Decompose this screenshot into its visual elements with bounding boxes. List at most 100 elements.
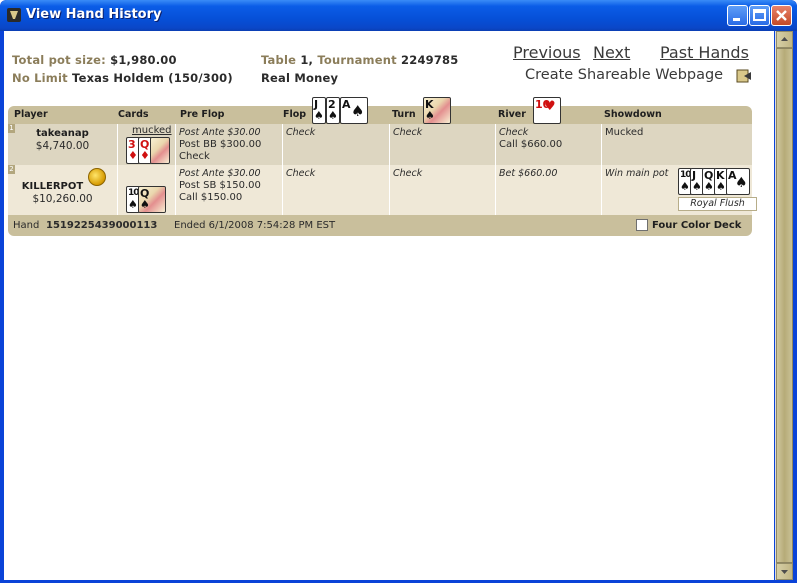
tournament-value: 2249785 bbox=[401, 53, 459, 67]
hole-card bbox=[150, 137, 170, 164]
player-cell: takeanap $4,740.00 bbox=[8, 124, 118, 165]
card-suit: ♠ bbox=[328, 109, 338, 122]
table-value: 1, bbox=[300, 53, 314, 67]
action-text: Win main pot bbox=[605, 168, 669, 179]
player-row: 2 KILLERPOT $10,260.00 10 ♠ Q ♠ Post Ant… bbox=[8, 165, 757, 215]
scroll-up-button[interactable] bbox=[776, 31, 793, 48]
board-card: 10 ♥ bbox=[533, 97, 561, 124]
player-row: 1 takeanap $4,740.00 mucked 3 ♦ Q ♦ Post… bbox=[8, 124, 752, 165]
action-text: Post Ante $30.00 bbox=[179, 127, 261, 138]
table-footer: Hand 1519225439000113 Ended 6/1/2008 7:5… bbox=[8, 215, 752, 236]
best-hand-card: A ♠ bbox=[726, 168, 750, 195]
action-text: Post Ante $30.00 bbox=[179, 168, 261, 179]
game-prefix: No Limit bbox=[12, 71, 68, 85]
river-cell: Check Call $660.00 bbox=[496, 124, 602, 165]
player-cell: KILLERPOT $10,260.00 bbox=[8, 165, 118, 215]
four-color-deck-label[interactable]: Four Color Deck bbox=[652, 220, 741, 231]
window-title: View Hand History bbox=[26, 7, 162, 22]
card-suit: ♠ bbox=[692, 180, 702, 193]
money-type: Real Money bbox=[261, 71, 338, 85]
app-icon bbox=[7, 8, 21, 22]
card-suit: ♠ bbox=[680, 180, 690, 193]
past-hands-link[interactable]: Past Hands bbox=[660, 43, 749, 62]
board-card: K ♠ bbox=[423, 97, 451, 124]
player-name: takeanap bbox=[36, 128, 89, 139]
turn-cell: Check bbox=[390, 165, 496, 215]
col-river: River bbox=[498, 109, 526, 120]
next-link[interactable]: Next bbox=[593, 43, 630, 62]
scroll-down-button[interactable] bbox=[776, 563, 793, 580]
card-suit: ♠ bbox=[351, 102, 365, 120]
action-text: Check bbox=[393, 127, 423, 138]
col-player: Player bbox=[14, 109, 48, 120]
table-info: Table 1, Tournament 2249785 bbox=[261, 53, 458, 67]
turn-cell: Check bbox=[390, 124, 496, 165]
card-suit: ♥ bbox=[544, 99, 556, 114]
vertical-scrollbar[interactable] bbox=[775, 31, 793, 580]
total-pot-label: Total pot size: bbox=[12, 53, 106, 67]
table-header: Player Cards Pre Flop Flop Turn River Sh… bbox=[8, 106, 752, 124]
board-card: 2 ♠ bbox=[326, 97, 340, 124]
mucked-label: mucked bbox=[132, 125, 172, 136]
col-cards: Cards bbox=[118, 109, 149, 120]
maximize-icon bbox=[753, 9, 766, 21]
card-suit: ♠ bbox=[425, 109, 435, 122]
title-bar[interactable]: View Hand History bbox=[0, 0, 797, 31]
arrow-up-icon bbox=[781, 37, 788, 41]
minimize-button[interactable] bbox=[727, 5, 748, 26]
game-stakes: (150/300) bbox=[168, 71, 233, 85]
col-turn: Turn bbox=[392, 109, 416, 120]
action-text: Check bbox=[179, 151, 210, 162]
minimize-icon bbox=[733, 18, 740, 21]
showdown-cell: Mucked bbox=[602, 124, 752, 165]
col-showdown: Showdown bbox=[604, 109, 662, 120]
hand-id: 1519225439000113 bbox=[46, 220, 158, 231]
showdown-cell: Win main pot 10 ♠ J ♠ Q ♠ K ♠ A ♠ Royal … bbox=[602, 165, 757, 215]
table-label: Table bbox=[261, 53, 297, 67]
card-suit: ♠ bbox=[704, 180, 714, 193]
ended-time: Ended 6/1/2008 7:54:28 PM EST bbox=[174, 220, 336, 231]
create-shareable-webpage-link[interactable]: Create Shareable Webpage bbox=[525, 67, 723, 83]
arrow-down-icon bbox=[781, 570, 788, 574]
best-hand-name: Royal Flush bbox=[678, 197, 757, 211]
board-card: J ♠ bbox=[312, 97, 326, 124]
action-text: Check bbox=[499, 127, 529, 138]
col-flop: Flop bbox=[283, 109, 307, 120]
river-cell: Bet $660.00 bbox=[496, 165, 602, 215]
face-card-art bbox=[151, 138, 169, 163]
card-suit: ♠ bbox=[314, 109, 324, 122]
scrollbar-thumb[interactable] bbox=[776, 48, 793, 563]
flop-cell: Check bbox=[283, 165, 390, 215]
action-text: Call $660.00 bbox=[499, 139, 563, 150]
hand-history-table: Player Cards Pre Flop Flop Turn River Sh… bbox=[8, 97, 757, 236]
card-suit: ♠ bbox=[128, 198, 138, 211]
total-pot-value: $1,980.00 bbox=[110, 53, 177, 67]
board-card: A ♠ bbox=[340, 97, 368, 124]
close-icon bbox=[776, 10, 787, 21]
hole-card: Q ♠ bbox=[138, 186, 166, 213]
share-webpage-icon[interactable] bbox=[736, 68, 752, 84]
maximize-button[interactable] bbox=[749, 5, 770, 26]
action-text: Bet $660.00 bbox=[499, 168, 558, 179]
action-text: Post BB $300.00 bbox=[179, 139, 262, 150]
card-suit: ♦ bbox=[128, 149, 138, 162]
card-suit: ♠ bbox=[716, 180, 726, 193]
dealer-chip-icon bbox=[88, 168, 106, 186]
hand-label: Hand bbox=[13, 220, 40, 231]
content-area: Total pot size: $1,980.00 No Limit Texas… bbox=[4, 31, 774, 580]
action-text: Check bbox=[286, 168, 316, 179]
preflop-cell: Post Ante $30.00 Post BB $300.00 Check bbox=[176, 124, 283, 165]
total-pot: Total pot size: $1,980.00 bbox=[12, 53, 177, 67]
game-info: No Limit Texas Holdem (150/300) bbox=[12, 71, 233, 85]
flop-cell: Check bbox=[283, 124, 390, 165]
card-suit: ♠ bbox=[735, 175, 748, 191]
card-rank: A bbox=[342, 98, 351, 111]
close-button[interactable] bbox=[771, 5, 792, 26]
action-text: Check bbox=[286, 127, 316, 138]
money-type-text: Real Money bbox=[261, 71, 339, 85]
previous-link[interactable]: Previous bbox=[513, 43, 581, 62]
action-text: Mucked bbox=[605, 127, 644, 138]
card-suit: ♠ bbox=[140, 198, 150, 211]
action-text: Post SB $150.00 bbox=[179, 180, 261, 191]
four-color-deck-checkbox[interactable] bbox=[636, 219, 648, 231]
